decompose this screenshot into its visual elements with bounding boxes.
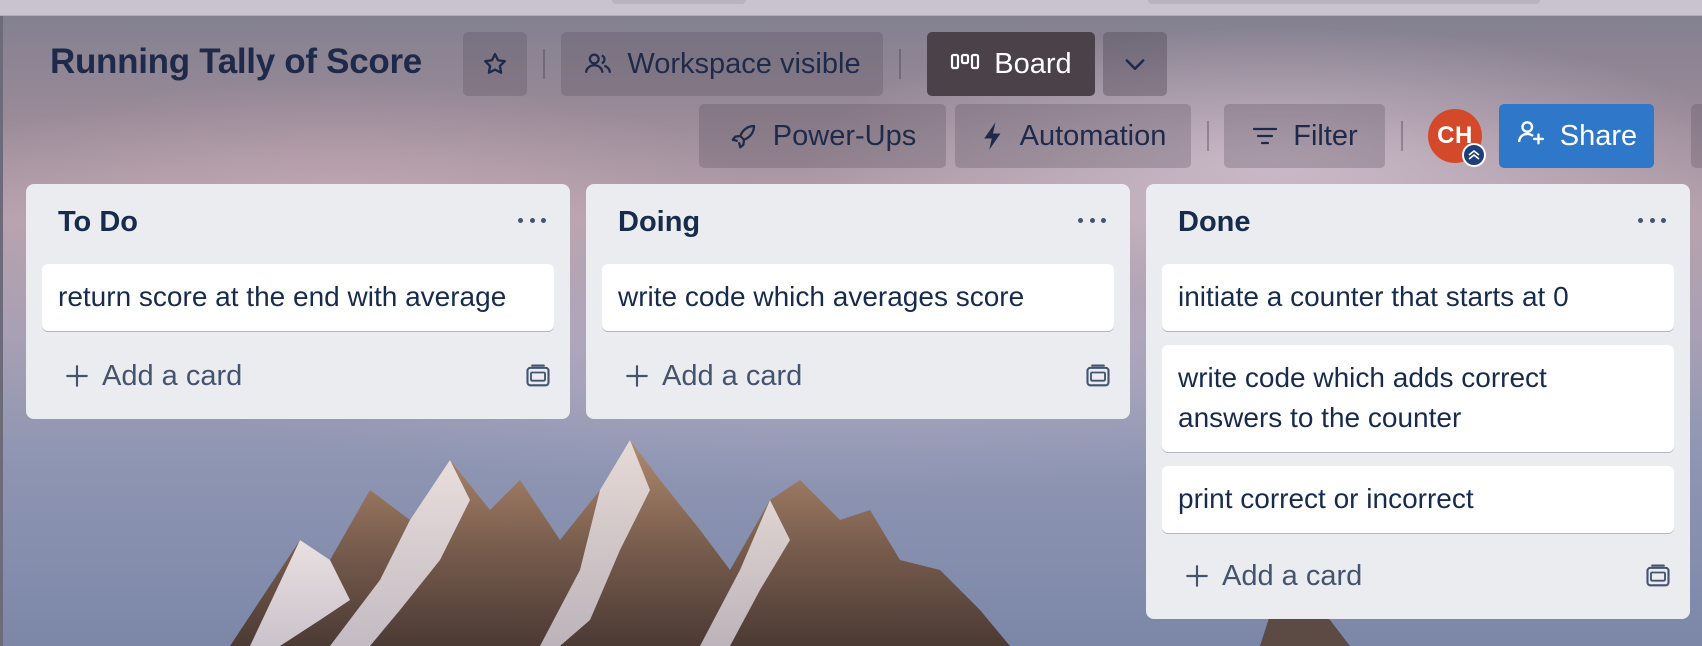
more-icon[interactable] <box>514 210 550 230</box>
add-card-button[interactable]: Add a card <box>1162 549 1674 603</box>
workspace-icon <box>583 49 613 79</box>
star-icon <box>481 50 509 78</box>
add-card-button[interactable]: Add a card <box>602 349 1114 403</box>
browser-top-strip <box>0 0 1702 16</box>
share-label: Share <box>1559 119 1638 152</box>
list-title[interactable]: Done <box>1178 206 1251 239</box>
plus-icon <box>624 363 650 389</box>
filter-icon <box>1251 124 1279 148</box>
header-divider <box>899 49 901 79</box>
filter-button[interactable]: Filter <box>1224 104 1385 168</box>
view-switcher-dropdown[interactable] <box>1103 32 1167 96</box>
template-icon[interactable] <box>520 358 556 394</box>
filter-label: Filter <box>1293 119 1358 152</box>
more-icon[interactable] <box>1634 210 1670 230</box>
card[interactable]: write code which averages score <box>602 264 1114 331</box>
add-card-label: Add a card <box>102 359 243 392</box>
list-doing: Doing write code which averages score Ad… <box>586 184 1130 419</box>
member-avatar[interactable]: CH <box>1428 109 1486 167</box>
header-divider <box>1207 121 1209 151</box>
list-done: Done initiate a counter that starts at 0… <box>1146 184 1690 619</box>
header-divider <box>543 49 545 79</box>
chevron-down-icon <box>1121 50 1149 78</box>
powerups-label: Power-Ups <box>772 119 917 152</box>
share-button[interactable]: Share <box>1499 104 1654 168</box>
card[interactable]: print correct or incorrect <box>1162 466 1674 533</box>
plus-icon <box>64 363 90 389</box>
list-to-do: To Do return score at the end with avera… <box>26 184 570 419</box>
visibility-button[interactable]: Workspace visible <box>561 32 883 96</box>
add-member-icon <box>1516 117 1546 155</box>
more-icon[interactable] <box>1074 210 1110 230</box>
list-title[interactable]: Doing <box>618 206 700 239</box>
card[interactable]: initiate a counter that starts at 0 <box>1162 264 1674 331</box>
template-icon[interactable] <box>1640 558 1676 594</box>
automation-label: Automation <box>1019 119 1167 152</box>
template-icon[interactable] <box>1080 358 1116 394</box>
add-card-label: Add a card <box>1222 559 1363 592</box>
add-card-button[interactable]: Add a card <box>42 349 554 403</box>
header-divider <box>1401 121 1403 151</box>
board-title[interactable]: Running Tally of Score <box>50 42 422 82</box>
list-title[interactable]: To Do <box>58 206 138 239</box>
board-view-label: Board <box>994 47 1072 80</box>
card[interactable]: write code which adds correct answers to… <box>1162 345 1674 452</box>
plus-icon <box>1184 563 1210 589</box>
board-view-icon <box>950 52 980 76</box>
rocket-icon <box>729 121 759 151</box>
card[interactable]: return score at the end with average <box>42 264 554 331</box>
star-button[interactable] <box>463 32 527 96</box>
powerups-button[interactable]: Power-Ups <box>699 104 946 168</box>
visibility-label: Workspace visible <box>627 47 861 80</box>
board-view-button[interactable]: Board <box>927 32 1095 96</box>
bolt-icon <box>980 121 1006 151</box>
admin-badge-icon <box>1462 143 1486 167</box>
add-card-label: Add a card <box>662 359 803 392</box>
automation-button[interactable]: Automation <box>955 104 1191 168</box>
more-menu-button[interactable] <box>1691 104 1702 168</box>
